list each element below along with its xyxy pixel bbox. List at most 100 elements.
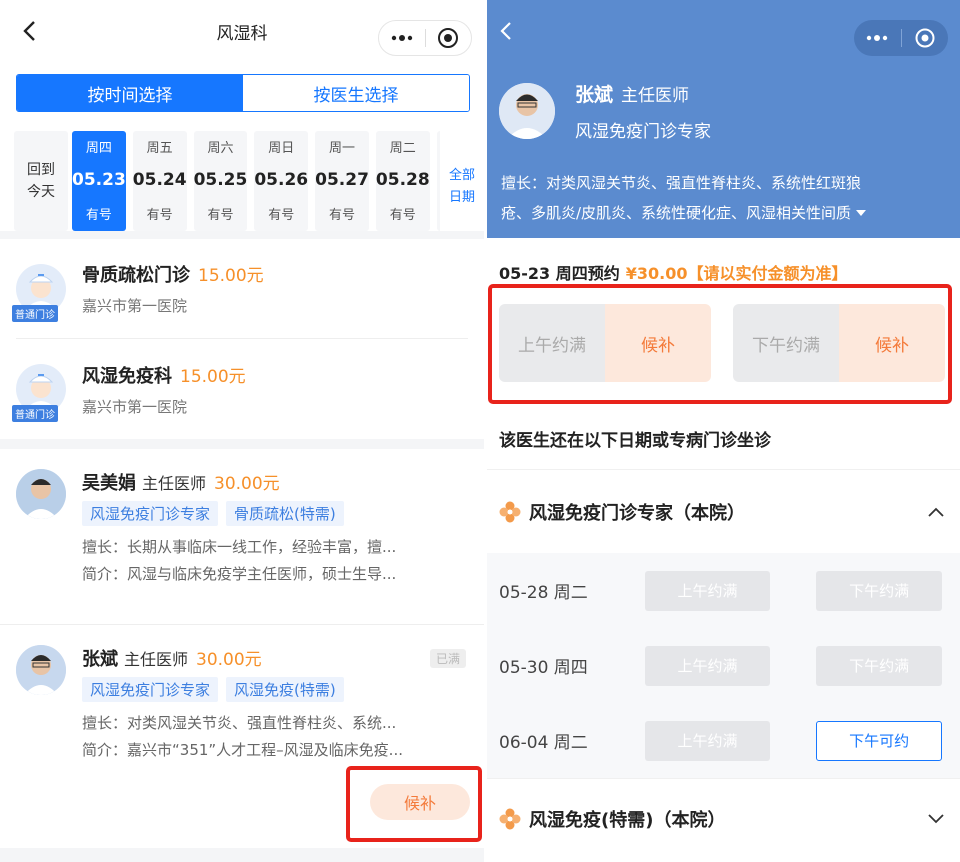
day-list: 周四 05.23 有号 周五 05.24 有号 周六 05.25 有号 周日 05.26 有号 … [72,131,440,231]
day-item[interactable]: 周五 05.24 有号 [132,131,187,231]
day-week: 周一 [329,141,356,156]
doctor-profile: 张斌 主任医师 风湿免疫门诊专家 [499,80,711,142]
all-dates-label-2: 日期 [448,190,475,205]
doctor-avatar [16,469,66,519]
today-label-1: 回到 [27,162,55,178]
clinic-type-badge: 普通门诊 [12,405,58,422]
back-to-today-button[interactable]: 回到 今天 [14,131,68,231]
close-miniprogram-button[interactable] [902,20,949,56]
doctor-skill-line: 擅长：对类风湿关节炎、强直性脊柱炎、系统性红斑狼 [501,174,862,192]
tab-by-time[interactable]: 按时间选择 [17,75,243,111]
am-slot: 上午约满 [644,645,771,686]
specialty-header[interactable]: 风湿免疫门诊专家（本院） [487,469,960,553]
doctor-price: 30.00元 [196,650,262,670]
doctor-photo-icon [499,83,555,139]
highlight-box [346,766,482,842]
day-status: 有号 [207,208,234,223]
flower-icon [499,808,521,829]
schedule-date: 06-04 周二 [499,733,588,753]
doctor-photo-icon [16,645,66,695]
day-date: 05.23 [72,170,126,190]
highlight-box [488,284,952,404]
day-item[interactable]: 周六 05.25 有号 [193,131,248,231]
day-week: 周二 [389,141,416,156]
doctor-skill-line: 疮、多肌炎/皮肌炎、系统性硬化症、风湿相关性间质 [501,204,852,222]
pm-slot: 下午约满 [816,570,943,611]
back-button[interactable] [14,16,44,46]
clinic-avatar: 普通门诊 [12,364,66,422]
clinic-avatar: 普通门诊 [12,263,66,322]
clinic-price: 15.00元 [180,366,246,387]
day-item[interactable]: 周二 05.28 有号 [375,131,430,231]
day-item[interactable]: 周日 05.26 有号 [254,131,309,231]
pm-slot: 下午约满 [816,645,943,686]
all-dates-button[interactable]: 全部 日期 [446,165,478,209]
doctor-photo-icon [16,469,66,519]
day-status: 有号 [329,208,356,223]
pm-book-button[interactable]: 下午可约 [816,720,942,761]
caret-down-icon [856,210,867,216]
doctor-title: 主任医师 [124,650,189,669]
all-dates-label-1: 全部 [448,168,475,183]
close-miniprogram-button[interactable] [426,21,472,55]
chevron-left-icon [23,21,35,41]
full-badge: 已满 [429,649,466,668]
doctor-skill: 擅长：对类风湿关节炎、强直性脊柱炎、系统... [82,714,397,732]
flower-icon [499,501,521,522]
specialty-header[interactable]: 风湿免疫(特需)（本院） [487,778,960,858]
doctor-card[interactable]: 吴美娟 主任医师 30.00元 风湿免疫门诊专家 骨质疏松(特需) 擅长：长期从事临床… [0,449,484,625]
day-item[interactable]: 周05有 [436,131,440,231]
day-week: 周四 [85,141,112,156]
back-button[interactable] [491,16,521,46]
day-date: 05.25 [193,170,248,190]
more-button[interactable] [854,20,901,56]
more-button[interactable] [379,21,425,55]
day-status: 有号 [146,208,173,223]
chevron-up-icon [928,507,944,517]
clinic-hospital: 嘉兴市第一医院 [82,297,188,315]
target-icon [438,28,459,48]
booking-date-label: 05-23 周四预约 [499,264,620,283]
schedule-list: 05-28 周二 上午约满 下午约满 05-30 周四 上午约满 下午约满 06… [487,553,960,778]
schedule-row: 05-28 周二 上午约满 下午约满 [487,553,960,628]
mini-program-capsule [378,20,472,56]
tab-by-doctor[interactable]: 按医生选择 [243,75,469,111]
schedule-date: 05-30 周四 [499,658,588,678]
doctor-intro: 简介：嘉兴市“351”人才工程–风湿及临床免疫... [82,741,403,759]
am-slot: 上午约满 [644,720,771,761]
day-item[interactable]: 周四 05.23 有号 [72,131,126,231]
chevron-down-icon [928,813,944,823]
doctor-title: 主任医师 [142,474,207,493]
clinic-type-badge: 普通门诊 [12,304,58,322]
day-week: 周日 [268,141,295,156]
am-slot: 上午约满 [644,570,771,611]
more-dots-icon [391,35,412,41]
booking-date: 05-23 周四预约 ¥30.00【请以实付金额为准】 [499,260,960,284]
right-screen: 张斌 主任医师 风湿免疫门诊专家 擅长：对类风湿关节炎、强直性脊柱炎、系统性红斑狼… [487,0,960,862]
doctor-header: 张斌 主任医师 风湿免疫门诊专家 擅长：对类风湿关节炎、强直性脊柱炎、系统性红斑狼… [487,0,960,238]
bottom-divider [0,848,484,862]
nav-bar [487,0,960,62]
day-item[interactable]: 周一 05.27 有号 [315,131,369,231]
list-item[interactable]: 普通门诊 骨质疏松门诊 15.00元 嘉兴市第一医院 [12,239,468,339]
clinic-price: 15.00元 [198,266,264,286]
list-item[interactable]: 普通门诊 风湿免疫科 15.00元 嘉兴市第一医院 [12,339,468,439]
specialty-name: 风湿免疫门诊专家（本院） [529,502,745,524]
booking-price: ¥30.00【请以实付金额为准】 [625,264,848,283]
schedule-row: 06-04 周二 上午约满 下午可约 [487,703,960,778]
schedule-date: 05-28 周二 [499,583,588,603]
schedule-row: 05-30 周四 上午约满 下午约满 [487,628,960,703]
day-date: 05.24 [132,170,187,190]
day-status: 有号 [389,208,416,223]
day-week: 周六 [207,141,234,156]
doctor-intro: 简介：风湿与临床免疫学主任医师，硕士生导... [82,565,397,583]
doctor-name: 吴美娟 [82,473,136,494]
view-mode-segment: 按时间选择 按医生选择 [16,74,470,112]
doctor-avatar [16,645,66,695]
specialty-tag: 风湿免疫门诊专家 [82,501,219,526]
doctor-skill[interactable]: 擅长：对类风湿关节炎、强直性脊柱炎、系统性红斑狼 疮、多肌炎/皮肌炎、系统性硬化… [501,168,948,228]
other-dates-title: 该医生还在以下日期或专病门诊坐诊 [499,431,771,451]
clinic-list: 普通门诊 骨质疏松门诊 15.00元 嘉兴市第一医院 普通门诊 风湿免疫科 15.0… [0,239,484,439]
nav-bar: 风湿科 [0,0,484,62]
chevron-left-icon [500,22,511,40]
